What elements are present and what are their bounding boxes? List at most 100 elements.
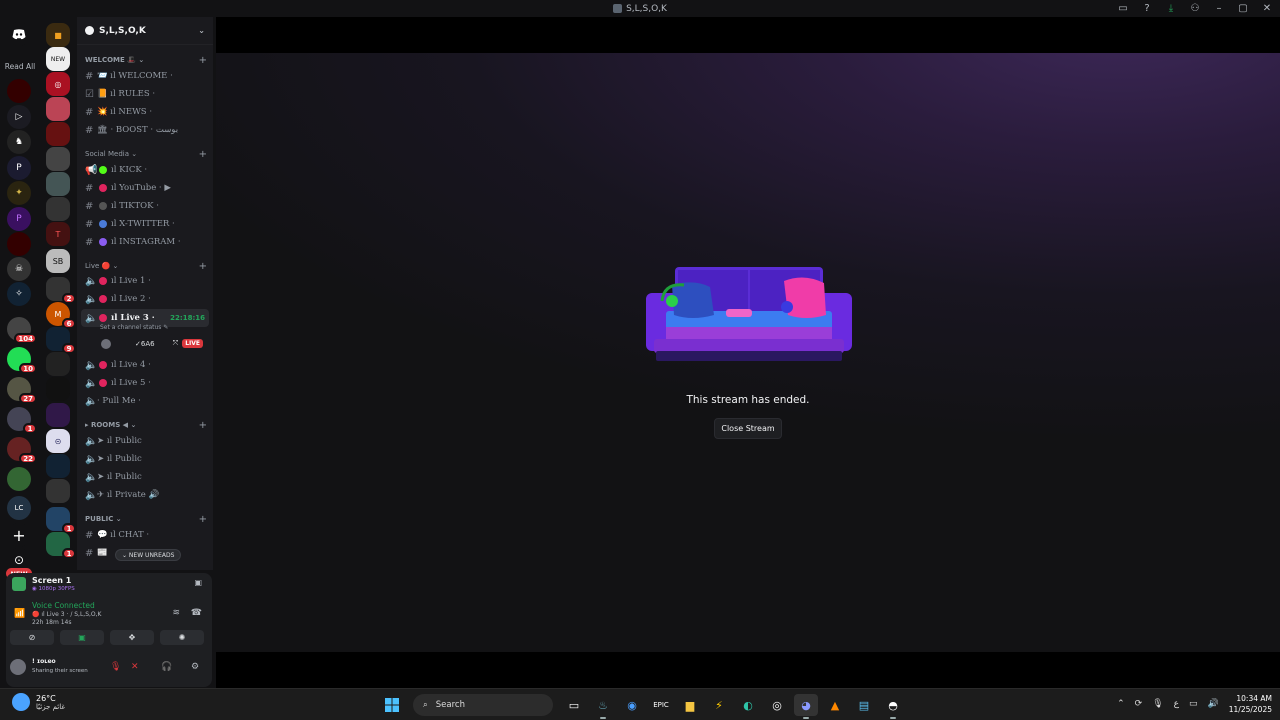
add-server-icon[interactable]: +	[7, 523, 31, 547]
deafen-icon[interactable]: ✕	[131, 662, 139, 672]
obs-icon[interactable]: ◎	[765, 694, 789, 716]
volume-icon[interactable]: 🔊	[1208, 699, 1219, 709]
task-view-icon[interactable]: ▭	[562, 694, 586, 716]
server-icon-red[interactable]	[7, 79, 31, 103]
category-public[interactable]: PUBLIC ⌄ +	[85, 514, 207, 525]
channel-youtube[interactable]: # ıl YouTube · ▶	[81, 180, 209, 196]
voice-channel-link[interactable]: 🔴 ıl Live 3 · / S,L,S,O,K	[32, 611, 102, 618]
close-stream-button[interactable]: Close Stream	[714, 418, 782, 439]
channel-public-3[interactable]: 🔈 ➤ ıl Public	[81, 469, 209, 485]
steam-icon[interactable]: ♨	[591, 694, 615, 719]
channel-private[interactable]: 🔈 ✈ ıl Private 🔊	[81, 487, 209, 503]
headphones-icon[interactable]: 🎧	[161, 662, 172, 672]
server-icon-figure[interactable]: ♞	[7, 130, 31, 154]
add-channel-icon[interactable]: +	[199, 420, 207, 431]
server-header[interactable]: S,L,S,O,K ⌄	[77, 17, 213, 45]
channel-news[interactable]: # 💥 ıl NEWS ·	[81, 104, 209, 120]
camera-off-button[interactable]: ⊘	[10, 630, 54, 645]
server-icon-lc[interactable]: LC	[7, 496, 31, 520]
category-rooms[interactable]: ▸ ROOMS ◀ ⌄ +	[85, 420, 207, 431]
server-icon-folder-2[interactable]: 10	[7, 347, 37, 374]
activities-button[interactable]: ✥	[110, 630, 154, 645]
new-unreads-pill[interactable]: ⌄ NEW UNREADS	[115, 549, 182, 561]
language-indicator[interactable]: ع	[1174, 699, 1179, 709]
server-icon-light[interactable]: ⊝	[46, 429, 70, 453]
server-icon-swirl[interactable]: ◎	[46, 72, 70, 96]
disconnect-icon[interactable]: ☎	[191, 608, 202, 618]
add-channel-icon[interactable]: +	[199, 261, 207, 272]
discord-taskbar-icon[interactable]: ◕	[794, 694, 818, 719]
server-icon-t[interactable]: T	[46, 222, 70, 246]
channel-status-setter[interactable]: Set a channel status ✎	[100, 324, 168, 331]
server-icon-skull[interactable]: ☠	[7, 257, 31, 281]
server-icon-purple[interactable]: P	[7, 207, 31, 231]
server-icon-dark[interactable]: 2	[46, 277, 76, 304]
voice-user-row[interactable]: ✓6A6 ⤧ LIVE	[101, 337, 209, 350]
help-icon[interactable]: ?	[1140, 1, 1154, 15]
channel-live2[interactable]: 🔈 ıl Live 2 ·	[81, 291, 209, 307]
server-icon-folder-4[interactable]: 1	[7, 407, 37, 434]
server-icon-blue[interactable]: 9	[46, 327, 76, 354]
weather-widget[interactable]: 26°C غائم جزئيًا	[12, 693, 65, 711]
server-icon-folder-5[interactable]: 22	[7, 437, 37, 464]
channel-instagram[interactable]: # ıl INSTAGRAM ·	[81, 234, 209, 250]
server-icon-car[interactable]	[46, 479, 70, 503]
category-live[interactable]: Live 🔴 ⌄ +	[85, 261, 207, 272]
screen-share-thumbnail[interactable]	[12, 577, 26, 591]
epic-games-icon[interactable]: EPIC	[649, 694, 673, 716]
user-name[interactable]: ! ɪoʟeo	[32, 658, 56, 665]
server-icon-face[interactable]	[46, 147, 70, 171]
network-icon[interactable]: ▭	[1189, 699, 1198, 709]
folder-icon[interactable]: ■	[46, 23, 70, 47]
close-icon[interactable]: ✕	[1260, 1, 1274, 15]
download-icon[interactable]: ⤓	[1164, 1, 1178, 15]
channel-twitter[interactable]: # ıl X-TWITTER ·	[81, 216, 209, 232]
chrome-icon[interactable]: ◓	[881, 694, 905, 719]
channel-rules[interactable]: ☑ 📙 ıl RULES ·	[81, 86, 209, 102]
maximize-icon[interactable]: ▢	[1236, 1, 1250, 15]
server-icon-gray[interactable]	[46, 172, 70, 196]
add-channel-icon[interactable]: +	[199, 514, 207, 525]
app-yellow-icon[interactable]: ⚡	[707, 694, 731, 716]
chevron-up-icon[interactable]: ⌃	[1117, 699, 1125, 709]
channel-live1[interactable]: 🔈 ıl Live 1 ·	[81, 273, 209, 289]
soundboard-button[interactable]: ✺	[160, 630, 204, 645]
copilot-icon[interactable]: ◉	[620, 694, 644, 716]
channel-live4[interactable]: 🔈 ıl Live 4 ·	[81, 357, 209, 373]
discord-home-icon[interactable]	[7, 22, 31, 46]
channel-boost[interactable]: # 🏛 · BOOST · بوست	[81, 122, 209, 138]
noise-suppression-icon[interactable]: ≋	[172, 608, 180, 618]
channel-pullme[interactable]: 🔈 · Pull Me ·	[81, 393, 209, 409]
server-icon-sb[interactable]: SB	[46, 249, 70, 273]
microphone-icon[interactable]: 🎙	[1152, 699, 1163, 709]
avatar[interactable]	[10, 659, 26, 675]
minimize-icon[interactable]: –	[1212, 1, 1226, 15]
server-icon-green[interactable]: 1	[46, 532, 76, 559]
file-explorer-icon[interactable]: ▆	[678, 694, 702, 716]
channel-live5[interactable]: 🔈 ıl Live 5 ·	[81, 375, 209, 391]
server-icon-girl[interactable]	[46, 97, 70, 121]
server-icon-crowd[interactable]	[46, 197, 70, 221]
server-icon-teal[interactable]: ✧	[7, 282, 31, 306]
vlc-icon[interactable]: ▲	[823, 694, 847, 716]
channel-welcome[interactable]: # 📨 ıl WELCOME ·	[81, 68, 209, 84]
settings-gear-icon[interactable]: ⚙	[191, 662, 199, 672]
clock[interactable]: 10:34 AM 11/25/2025	[1229, 693, 1272, 715]
read-all-label[interactable]: Read All	[0, 62, 40, 71]
server-icon-gold[interactable]: ✦	[7, 181, 31, 205]
server-icon-violet[interactable]	[46, 403, 70, 427]
inbox-icon[interactable]: ▭	[1116, 1, 1130, 15]
server-icon-play[interactable]: ▷	[7, 105, 31, 129]
chevron-down-icon[interactable]: ⌄	[198, 26, 205, 35]
add-channel-icon[interactable]: +	[199, 55, 207, 66]
server-icon-folder-6[interactable]	[7, 467, 31, 491]
server-icon-p[interactable]: P	[7, 156, 31, 180]
channel-public-1[interactable]: 🔈 ➤ ıl Public	[81, 433, 209, 449]
server-icon-mask[interactable]	[46, 122, 70, 146]
notepad-icon[interactable]: ▤	[852, 694, 876, 716]
popout-icon[interactable]: ▣	[194, 578, 202, 587]
channel-kick[interactable]: 📢 ıl KICK ·	[81, 162, 209, 178]
screen-share-button[interactable]: ▣	[60, 630, 104, 645]
server-icon-game[interactable]: 1	[46, 507, 76, 534]
start-icon[interactable]	[380, 694, 404, 716]
